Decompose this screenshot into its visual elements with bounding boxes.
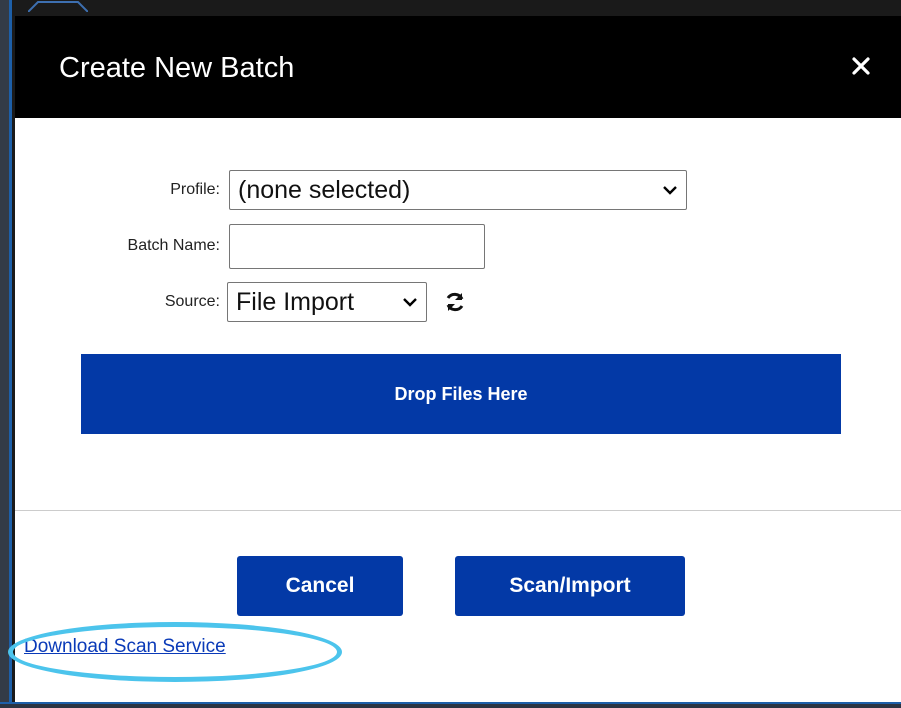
dialog-title: Create New Batch: [59, 52, 295, 84]
profile-row: Profile: (none selected): [15, 170, 687, 210]
batch-name-label: Batch Name:: [127, 237, 220, 254]
create-batch-dialog: Create New Batch Profile: (none selected…: [15, 16, 901, 702]
download-scan-service-link[interactable]: Download Scan Service: [24, 636, 226, 658]
dialog-titlebar: Create New Batch: [15, 16, 901, 118]
divider: [15, 510, 901, 511]
scan-import-button[interactable]: Scan/Import: [455, 556, 685, 616]
source-label: Source:: [164, 293, 220, 310]
batch-name-row: Batch Name:: [15, 223, 485, 269]
drop-files-zone[interactable]: Drop Files Here: [81, 354, 841, 434]
frame-bottom-edge: [0, 702, 901, 708]
source-row: Source: File Import: [15, 282, 467, 322]
source-select[interactable]: File Import: [227, 282, 427, 322]
refresh-icon[interactable]: [443, 290, 467, 314]
profile-selected-value: (none selected): [238, 175, 411, 204]
profile-select[interactable]: (none selected): [229, 170, 687, 210]
frame-left-edge: [0, 0, 12, 708]
profile-label: Profile:: [170, 181, 220, 198]
batch-name-input[interactable]: [229, 223, 485, 269]
chevron-down-icon: [663, 186, 677, 195]
window-frame: Create New Batch Profile: (none selected…: [0, 0, 901, 708]
chevron-down-icon: [403, 298, 417, 307]
source-selected-value: File Import: [236, 287, 355, 316]
cancel-button[interactable]: Cancel: [237, 556, 403, 616]
frame-notch: [28, 0, 88, 12]
close-icon[interactable]: [849, 54, 873, 78]
